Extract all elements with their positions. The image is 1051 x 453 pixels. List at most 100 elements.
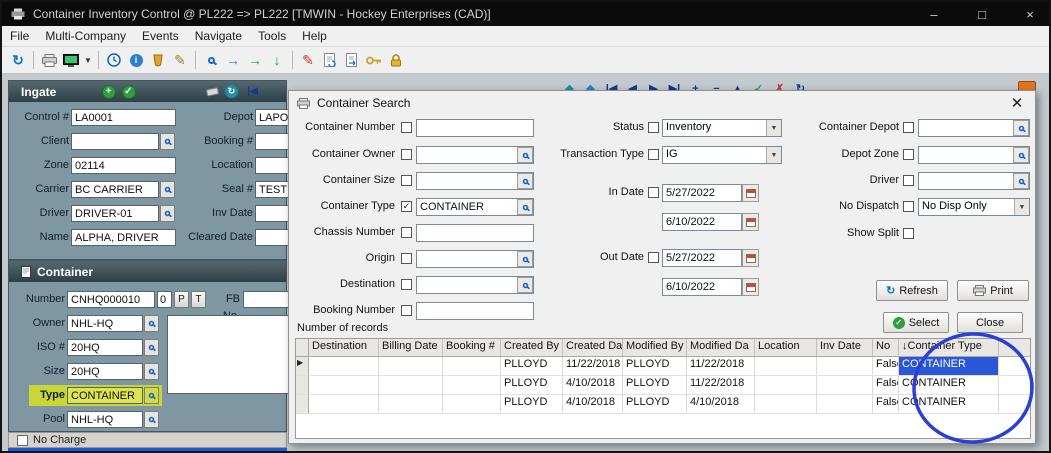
driver-search-checkbox[interactable] [903, 175, 914, 186]
sync-icon[interactable]: ↻ [224, 84, 239, 99]
cell-created-by[interactable]: PLLOYD [501, 376, 563, 395]
booking-number-input[interactable] [416, 302, 534, 320]
cell-booking[interactable] [443, 376, 501, 395]
cell-modified-by[interactable]: PLLOYD [623, 357, 687, 376]
nav-first-icon[interactable]: |◀ [245, 84, 260, 99]
transaction-type-checkbox[interactable] [648, 149, 659, 160]
no-dispatch-checkbox[interactable] [903, 201, 914, 212]
cell-container-type-selected[interactable]: CONTAINER [899, 357, 999, 376]
show-split-checkbox[interactable] [903, 228, 914, 239]
container-type-checkbox[interactable]: ✓ [401, 201, 412, 212]
container-size-checkbox[interactable] [401, 175, 412, 186]
green-arrow-down-icon[interactable]: ↓ [266, 50, 288, 71]
cell-booking[interactable] [443, 395, 501, 414]
cell-created-date[interactable]: 11/22/2018 [563, 357, 623, 376]
number-aux-input[interactable] [157, 291, 172, 308]
in-date-to-calendar-button[interactable] [742, 213, 759, 231]
size-lookup-button[interactable] [144, 363, 159, 380]
cell-created-date[interactable]: 4/10/2018 [563, 376, 623, 395]
cell-no[interactable]: False [873, 395, 899, 414]
cell-destination[interactable] [309, 376, 379, 395]
cell-no[interactable]: False [873, 376, 899, 395]
refresh-icon[interactable]: ↻ [7, 50, 29, 71]
doc-refresh-icon[interactable] [319, 50, 341, 71]
close-button[interactable]: × [1021, 7, 1039, 22]
col-modified-date[interactable]: Modified Da [687, 339, 755, 357]
owner-input[interactable] [67, 315, 143, 332]
size-input[interactable] [67, 363, 143, 380]
blue-arrow-right-icon[interactable]: → [222, 50, 244, 71]
t-button[interactable]: T [191, 291, 206, 308]
cell-location[interactable] [755, 376, 817, 395]
red-pencil-icon[interactable]: ✎ [297, 50, 319, 71]
cell-modified-date[interactable]: 4/10/2018 [687, 395, 755, 414]
menu-help[interactable]: Help [294, 29, 335, 43]
col-booking[interactable]: Booking # [443, 339, 501, 357]
cell-billing-date[interactable] [379, 357, 443, 376]
out-date-to-calendar-button[interactable] [742, 278, 759, 296]
cell-modified-by[interactable]: PLLOYD [623, 395, 687, 414]
cell-inv-date[interactable] [817, 357, 873, 376]
col-created-by[interactable]: Created By [501, 339, 563, 357]
close-dialog-button[interactable]: Close [957, 312, 1023, 333]
refresh-button[interactable]: ↻ Refresh [876, 280, 948, 301]
cell-modified-by[interactable]: PLLOYD [623, 376, 687, 395]
in-date-from-input[interactable] [662, 184, 742, 202]
pool-lookup-button[interactable] [144, 411, 159, 428]
p-button[interactable]: P [174, 291, 189, 308]
cell-billing-date[interactable] [379, 395, 443, 414]
cell-container-type[interactable]: CONTAINER [899, 376, 999, 395]
driver-search-lookup-button[interactable] [1013, 173, 1029, 189]
green-arrow-right-icon[interactable]: → [244, 50, 266, 71]
container-owner-checkbox[interactable] [401, 149, 412, 160]
print-button[interactable]: Print [957, 280, 1029, 301]
clock-icon[interactable] [103, 50, 125, 71]
driver-lookup-button[interactable] [160, 205, 175, 222]
col-inv-date[interactable]: Inv Date [817, 339, 873, 357]
control-input[interactable] [71, 109, 176, 126]
maximize-button[interactable]: □ [973, 7, 991, 22]
origin-lookup-button[interactable] [517, 251, 533, 267]
col-container-type[interactable]: ↓Container Type [899, 339, 999, 357]
container-type-lookup-button[interactable] [517, 199, 533, 215]
add-record-icon[interactable]: + [101, 84, 116, 99]
cell-created-by[interactable]: PLLOYD [501, 395, 563, 414]
in-date-checkbox[interactable] [648, 187, 659, 198]
origin-checkbox[interactable] [401, 253, 412, 264]
cell-billing-date[interactable] [379, 376, 443, 395]
notes-memo[interactable] [167, 315, 291, 394]
no-charge-checkbox[interactable] [17, 435, 28, 446]
select-button[interactable]: ✓ Select [883, 312, 949, 333]
destination-lookup-button[interactable] [517, 277, 533, 293]
owner-lookup-button[interactable] [144, 315, 159, 332]
cell-inv-date[interactable] [817, 395, 873, 414]
in-date-to-input[interactable] [662, 213, 742, 231]
zone-input[interactable] [71, 157, 176, 174]
export-dropdown-icon[interactable]: ▼ [82, 50, 94, 71]
out-date-from-input[interactable] [662, 249, 742, 267]
cell-booking[interactable] [443, 357, 501, 376]
chassis-number-checkbox[interactable] [401, 227, 412, 238]
name-input[interactable] [71, 229, 176, 246]
status-checkbox[interactable] [648, 122, 659, 133]
lock-icon[interactable] [385, 50, 407, 71]
print-icon[interactable] [38, 50, 60, 71]
clear-icon[interactable] [205, 84, 220, 99]
pencil-icon[interactable]: ✎ [169, 50, 191, 71]
confirm-record-icon[interactable]: ✓ [121, 84, 136, 99]
menu-tools[interactable]: Tools [250, 29, 294, 43]
out-date-to-input[interactable] [662, 278, 742, 296]
destination-checkbox[interactable] [401, 279, 412, 290]
type-input[interactable] [67, 387, 143, 404]
search-icon[interactable] [200, 50, 222, 71]
cell-location[interactable] [755, 357, 817, 376]
cell-inv-date[interactable] [817, 376, 873, 395]
info-icon[interactable]: i [125, 50, 147, 71]
number-input[interactable] [67, 291, 155, 308]
chassis-number-input[interactable] [416, 224, 534, 242]
container-depot-lookup-button[interactable] [1013, 120, 1029, 136]
client-lookup-button[interactable] [160, 133, 175, 150]
doc-sync-icon[interactable] [341, 50, 363, 71]
container-number-checkbox[interactable] [401, 122, 412, 133]
container-owner-lookup-button[interactable] [517, 147, 533, 163]
